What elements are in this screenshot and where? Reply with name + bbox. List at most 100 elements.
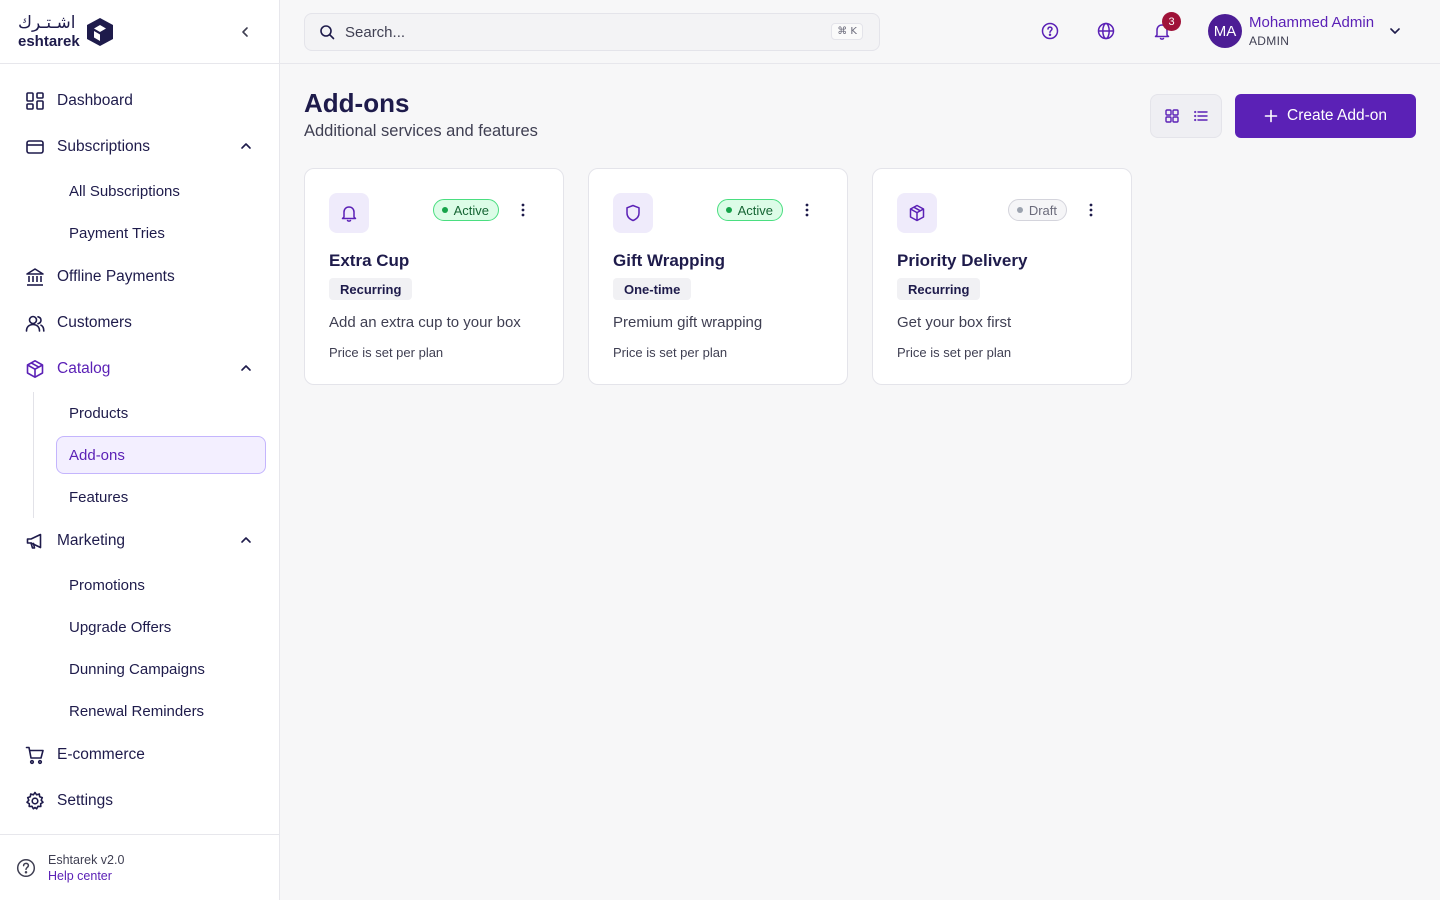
grid-icon [1164,109,1179,123]
sidebar-item-customers[interactable]: Customers [0,300,279,346]
sidebar-item-dashboard[interactable]: Dashboard [0,78,279,124]
subscriptions-submenu: All Subscriptions Payment Tries [0,170,279,254]
card-description: Add an extra cup to your box [329,314,521,331]
sidebar-item-features[interactable]: Features [0,476,279,518]
package-icon [24,358,46,380]
card-description: Get your box first [897,314,1012,331]
chevron-up-icon [241,365,251,371]
sidebar-item-subscriptions[interactable]: Subscriptions [0,124,279,170]
view-toggle [1150,94,1222,138]
user-menu[interactable]: MA Mohammed Admin ADMIN [1208,14,1402,48]
status-badge: Active [432,199,499,221]
sidebar-item-payment-tries[interactable]: Payment Tries [0,212,279,254]
sidebar-item-upgrade-offers[interactable]: Upgrade Offers [0,606,279,648]
card-price-note: Price is set per plan [613,345,728,360]
card-menu-button[interactable] [1083,200,1099,220]
logo-bar: اشـتـرك eshtarek [0,0,279,64]
marketing-submenu: Promotions Upgrade Offers Dunning Campai… [0,564,279,732]
help-center-link[interactable]: Help center [48,869,124,883]
card-title: Gift Wrapping [613,251,726,270]
chevron-up-icon [241,143,251,149]
sidebar-item-label: E-commerce [57,746,145,763]
help-icon[interactable] [1040,21,1060,41]
create-add-on-label: Create Add-on [1287,107,1387,124]
bank-icon [24,266,46,288]
billing-type-badge: Recurring [329,278,413,300]
credit-card-icon [24,136,46,158]
brand-mark-icon [86,17,113,46]
sidebar-item-catalog[interactable]: Catalog [0,346,279,392]
sidebar-item-add-ons[interactable]: Add-ons [56,436,266,474]
sidebar-item-renewal-reminders[interactable]: Renewal Reminders [0,690,279,732]
users-icon [24,312,46,334]
add-on-card[interactable]: Draft Priority Delivery Recurring Get yo… [872,168,1132,385]
megaphone-icon [24,530,46,552]
top-bar: ⌘ K 3 MA Mohammed Admin ADMIN [280,0,1440,64]
more-vertical-icon [805,203,809,217]
sidebar-item-offline-payments[interactable]: Offline Payments [0,254,279,300]
gear-icon [24,790,46,812]
chevron-down-icon [1390,28,1400,34]
card-title: Extra Cup [329,251,410,270]
list-view-button[interactable] [1190,105,1212,127]
bell-icon [329,193,369,233]
list-icon [1193,110,1208,122]
globe-icon[interactable] [1096,21,1116,41]
status-label: Active [453,202,489,218]
sidebar-item-label: Settings [57,792,114,809]
page-subtitle: Additional services and features [304,122,538,140]
dashboard-icon [24,90,46,112]
card-menu-button[interactable] [799,200,815,220]
sidebar-item-label: Offline Payments [57,268,175,285]
help-circle-icon [16,858,36,877]
sidebar-item-label: Catalog [57,360,111,377]
sidebar-item-marketing[interactable]: Marketing [0,518,279,564]
more-vertical-icon [1089,203,1093,217]
sidebar-item-ecommerce[interactable]: E-commerce [0,732,279,778]
search-icon [320,25,335,40]
brand-logo[interactable]: اشـتـرك eshtarek [18,12,114,50]
status-badge: Active [716,199,783,221]
sidebar-item-label: Marketing [57,532,126,549]
shield-icon [613,193,653,233]
sidebar-item-dunning-campaigns[interactable]: Dunning Campaigns [0,648,279,690]
brand-name: eshtarek [18,32,80,50]
brand-name-arabic: اشـتـرك [18,12,76,33]
card-price-note: Price is set per plan [897,345,1012,360]
sidebar-item-settings[interactable]: Settings [0,778,279,824]
card-title: Priority Delivery [897,251,1028,270]
grid-view-button[interactable] [1161,105,1183,127]
more-vertical-icon [521,203,525,217]
app-version: Eshtarek v2.0 [48,852,125,867]
add-on-card[interactable]: Active Gift Wrapping One-time Premium gi… [588,168,848,385]
chevron-up-icon [241,537,251,543]
sidebar-item-promotions[interactable]: Promotions [0,564,279,606]
page-title: Add-ons [304,88,410,118]
billing-type-badge: Recurring [897,278,981,300]
cart-icon [24,744,46,766]
card-menu-button[interactable] [515,200,531,220]
sidebar-item-products[interactable]: Products [0,392,279,434]
card-description: Premium gift wrapping [613,314,763,331]
sidebar-item-label: Customers [57,314,132,331]
add-on-card[interactable]: Active Extra Cup Recurring Add an extra … [304,168,564,385]
status-badge: Draft [1007,199,1067,221]
search-shortcut-hint: ⌘ K [831,23,863,40]
box-icon [897,193,937,233]
billing-type-badge: One-time [613,278,692,300]
sidebar-item-label: Subscriptions [57,138,151,155]
sidebar-footer: Eshtarek v2.0 Help center [0,834,279,900]
notification-badge: 3 [1162,12,1181,31]
plus-icon [1264,109,1278,123]
user-role: ADMIN [1249,34,1290,48]
collapse-sidebar-button[interactable] [235,22,255,42]
search-input[interactable] [345,23,805,41]
status-label: Active [737,202,773,218]
create-add-on-button[interactable]: Create Add-on [1235,94,1416,138]
sidebar-item-all-subscriptions[interactable]: All Subscriptions [0,170,279,212]
catalog-submenu: Products Add-ons Features [0,392,279,518]
avatar: MA [1208,14,1242,48]
search-bar[interactable]: ⌘ K [304,13,880,51]
user-name: Mohammed Admin [1249,14,1375,31]
add-on-cards: Active Extra Cup Recurring Add an extra … [304,168,1132,385]
